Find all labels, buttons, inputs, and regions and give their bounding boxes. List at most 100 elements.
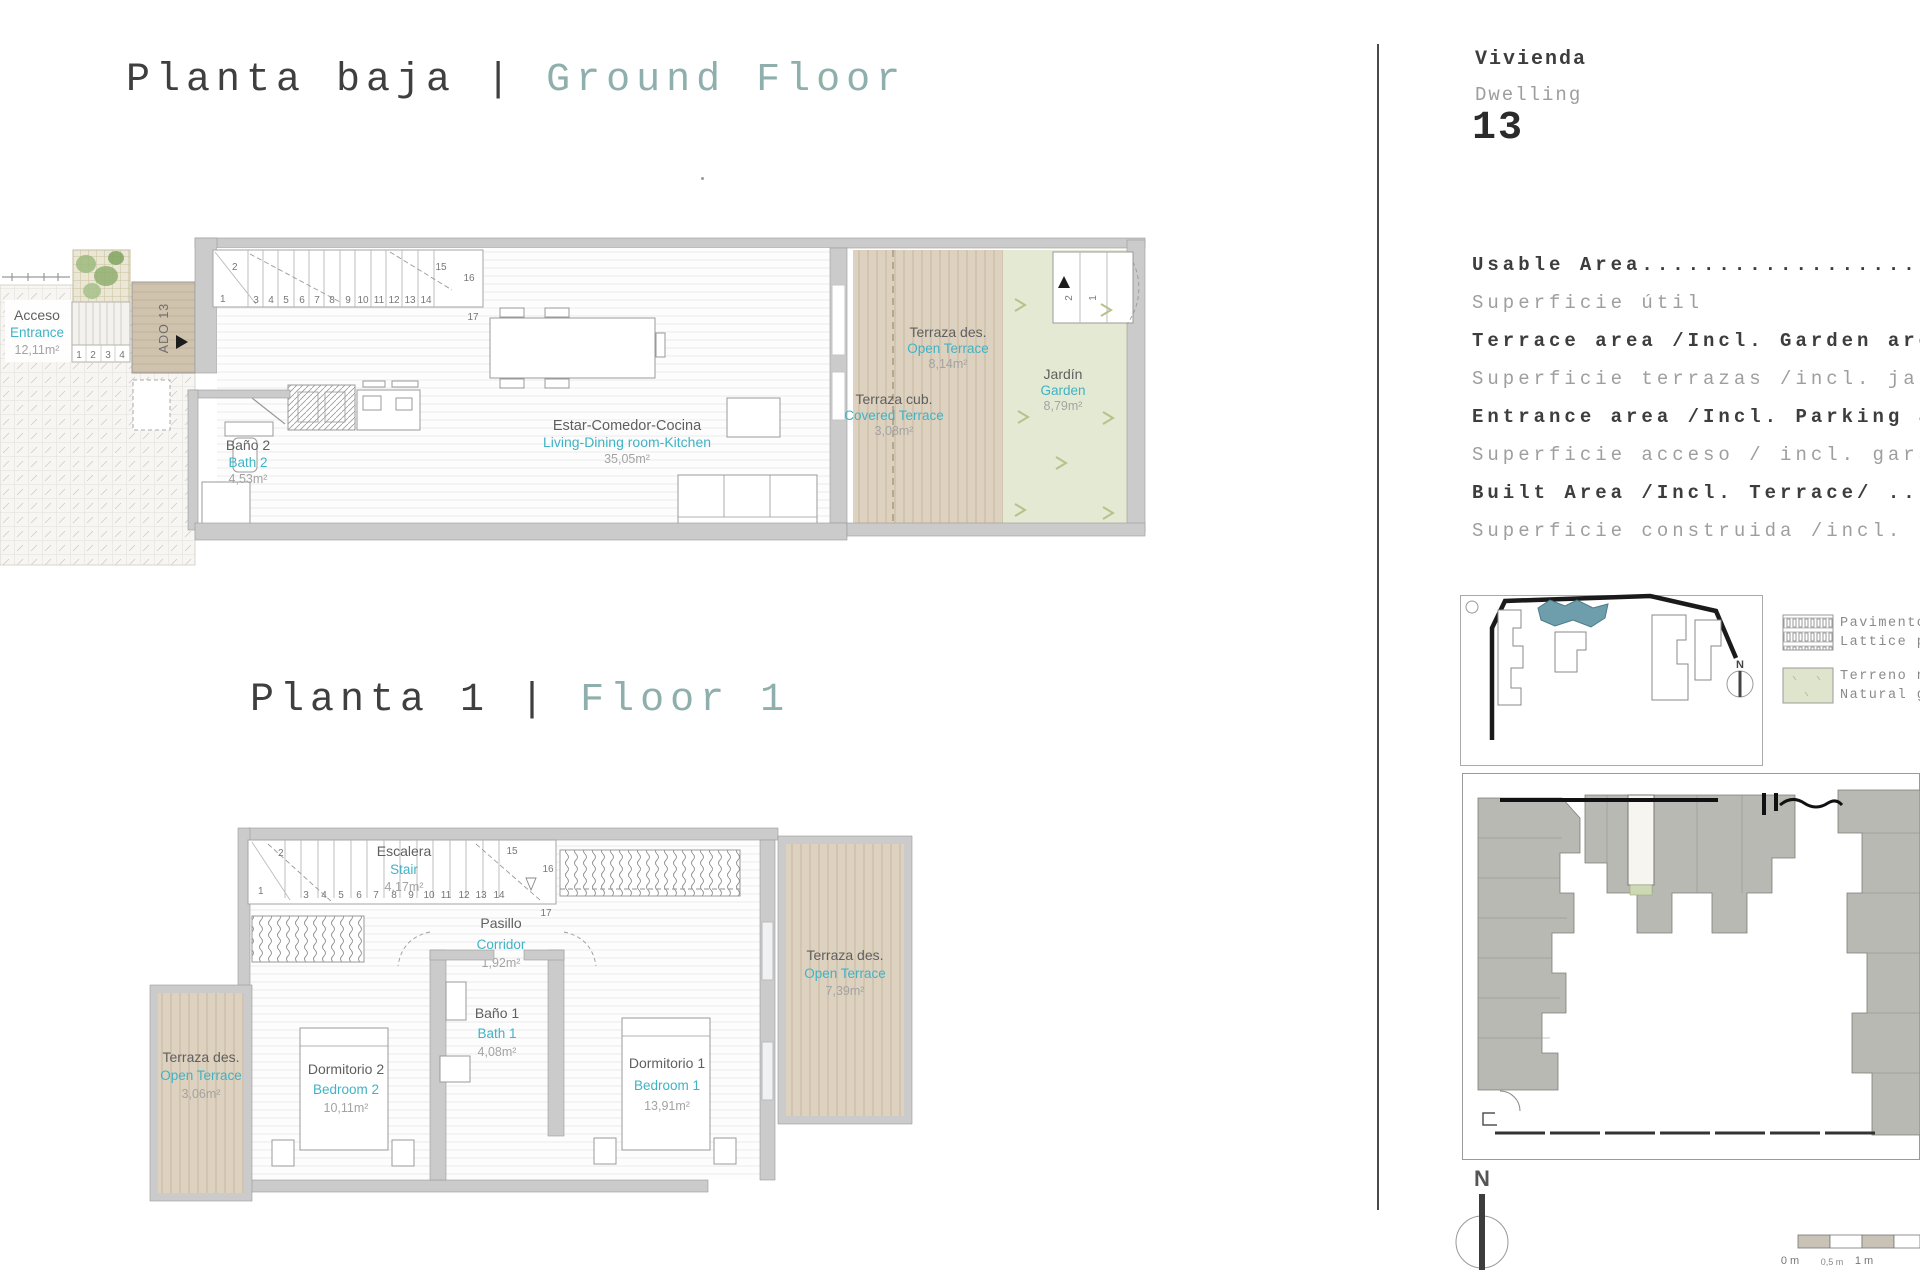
svg-text:7: 7 <box>314 295 320 306</box>
corridor-label-es: Pasillo <box>480 915 521 931</box>
svg-text:12: 12 <box>458 890 470 901</box>
scale-0m: 0 m <box>1781 1255 1799 1267</box>
dwelling-label: Dwelling <box>1475 84 1583 106</box>
info-usable-en: Usable Area.............................… <box>1472 254 1920 276</box>
svg-text:6: 6 <box>299 295 305 306</box>
bottom-indicators: N 0 m 0,5 m 1 m <box>1455 1166 1920 1270</box>
bath2-label-en: Bath 2 <box>228 455 267 470</box>
top-wall <box>194 237 1146 249</box>
svg-text:16: 16 <box>463 273 475 284</box>
wardrobe <box>559 849 741 897</box>
terrace-left-label-es: Terraza des. <box>162 1049 239 1065</box>
entry-steps: 1 2 3 4 <box>71 301 131 363</box>
svg-text:1: 1 <box>1088 295 1099 301</box>
svg-text:15: 15 <box>435 262 447 273</box>
svg-text:2: 2 <box>90 350 96 361</box>
scale-1m: 1 m <box>1855 1255 1873 1267</box>
svg-text:8: 8 <box>329 295 335 306</box>
svg-text:15: 15 <box>506 846 518 857</box>
utility-dashed-box <box>132 379 171 431</box>
area-info-block: Usable Area.............................… <box>1472 250 1920 554</box>
svg-text:17: 17 <box>467 312 479 323</box>
svg-text:13: 13 <box>475 890 487 901</box>
site-plan-small: N Pavimento Lattice pavim. Terreno natur… <box>1460 593 1920 766</box>
svg-text:3: 3 <box>303 890 309 901</box>
legend: Pavimento Lattice pavim. Terreno natural… <box>1782 614 1920 704</box>
sink <box>362 395 382 411</box>
floor1-bottom-wall <box>237 1179 709 1193</box>
svg-text:2: 2 <box>278 848 284 859</box>
ground-floor-title-en: Ground Floor <box>546 58 907 103</box>
vivienda-label: Vivienda <box>1475 48 1588 71</box>
floor1-top-wall <box>247 827 779 841</box>
stair-label-en: Stair <box>390 862 418 877</box>
info-terrace-en: Terrace area /Incl. Garden area/ .......… <box>1472 330 1920 352</box>
dining-table <box>489 307 666 389</box>
svg-text:10: 10 <box>423 890 435 901</box>
scale-05m: 0,5 m <box>1821 1257 1844 1267</box>
info-built-en: Built Area /Incl. Terrace/ .............… <box>1472 482 1920 504</box>
ado-strip: ADO 13 <box>131 281 196 374</box>
terrace-left-area: 3,06m² <box>182 1087 221 1101</box>
covered-terrace-label-es: Terraza cub. <box>855 391 932 407</box>
spec-dot <box>701 177 704 180</box>
bedroom1-label-es: Dormitorio 1 <box>629 1055 705 1071</box>
legend-swatch-natural <box>1782 667 1834 704</box>
living-area: 35,05m² <box>604 452 650 466</box>
svg-text:12: 12 <box>388 295 400 306</box>
acceso-label-en: Entrance <box>10 325 64 340</box>
open-terrace-area: 8,14m² <box>929 357 968 371</box>
svg-text:1: 1 <box>220 294 226 305</box>
svg-text:14: 14 <box>420 295 432 306</box>
svg-text:9: 9 <box>345 295 351 306</box>
svg-text:4: 4 <box>321 890 327 901</box>
bedroom2-label-en: Bedroom 2 <box>313 1082 379 1097</box>
info-entrance-en: Entrance area /Incl. Parking area/ .....… <box>1472 406 1920 428</box>
basin <box>224 421 274 437</box>
svg-text:3: 3 <box>105 350 111 361</box>
dwelling-number: 13 <box>1472 106 1525 151</box>
floor1-title: Planta 1 | Floor 1 <box>250 678 790 723</box>
svg-text:14: 14 <box>493 890 505 901</box>
svg-text:5: 5 <box>338 890 344 901</box>
ado-label: ADO 13 <box>157 303 171 353</box>
terrace-right-area: 7,39m² <box>826 984 865 998</box>
bedroom2-area: 10,11m² <box>324 1101 369 1115</box>
window <box>761 921 774 981</box>
svg-text:11: 11 <box>374 295 385 306</box>
svg-text:13: 13 <box>404 295 416 306</box>
svg-text:4: 4 <box>119 350 125 361</box>
site-plan-large <box>1462 773 1920 1160</box>
garden-label-es: Jardín <box>1044 366 1083 382</box>
info-terrace-es: Superficie terrazas /incl. jardín <box>1472 368 1920 390</box>
window <box>761 1041 774 1101</box>
coffee-table <box>726 397 781 438</box>
open-terrace-label-es: Terraza des. <box>909 324 986 340</box>
terrace-bottom-wall <box>846 522 1146 537</box>
info-built-es: Superficie construida /incl. terraza <box>1472 520 1920 542</box>
stair-area: 4,17m² <box>385 880 424 894</box>
svg-text:4: 4 <box>268 295 274 306</box>
svg-text:5: 5 <box>283 295 289 306</box>
bedroom1-area: 13,91m² <box>644 1099 690 1113</box>
covered-terrace-area: 3,08m² <box>875 424 914 438</box>
living-label-es: Estar-Comedor-Cocina <box>553 418 702 434</box>
legend-swatch-lattice <box>1782 614 1834 651</box>
terrace-right-label-en: Open Terrace <box>804 966 886 981</box>
floorplan-sheet: { "colors":{"accent_teal":"#3fb3c6","tit… <box>0 0 1920 1280</box>
wardrobe <box>251 915 365 963</box>
open-terrace-label-en: Open Terrace <box>907 341 989 356</box>
bath1-label-en: Bath 1 <box>477 1026 516 1041</box>
bath2-area: 4,53m² <box>229 472 268 486</box>
info-usable-es: Superficie útil <box>1472 292 1704 314</box>
bedroom1-label-en: Bedroom 1 <box>634 1078 700 1093</box>
svg-text:1: 1 <box>76 350 82 361</box>
sofa <box>677 474 818 528</box>
legend-lattice-label: Lattice pavim. <box>1840 635 1920 650</box>
entry-gate <box>2 273 70 281</box>
legend-pavimento-label: Pavimento <box>1840 616 1920 631</box>
highlighted-unit-garden <box>1629 884 1653 896</box>
svg-text:6: 6 <box>356 890 362 901</box>
garden-area-value: 8,79m² <box>1044 399 1083 413</box>
bath1-label-es: Baño 1 <box>475 1005 520 1021</box>
